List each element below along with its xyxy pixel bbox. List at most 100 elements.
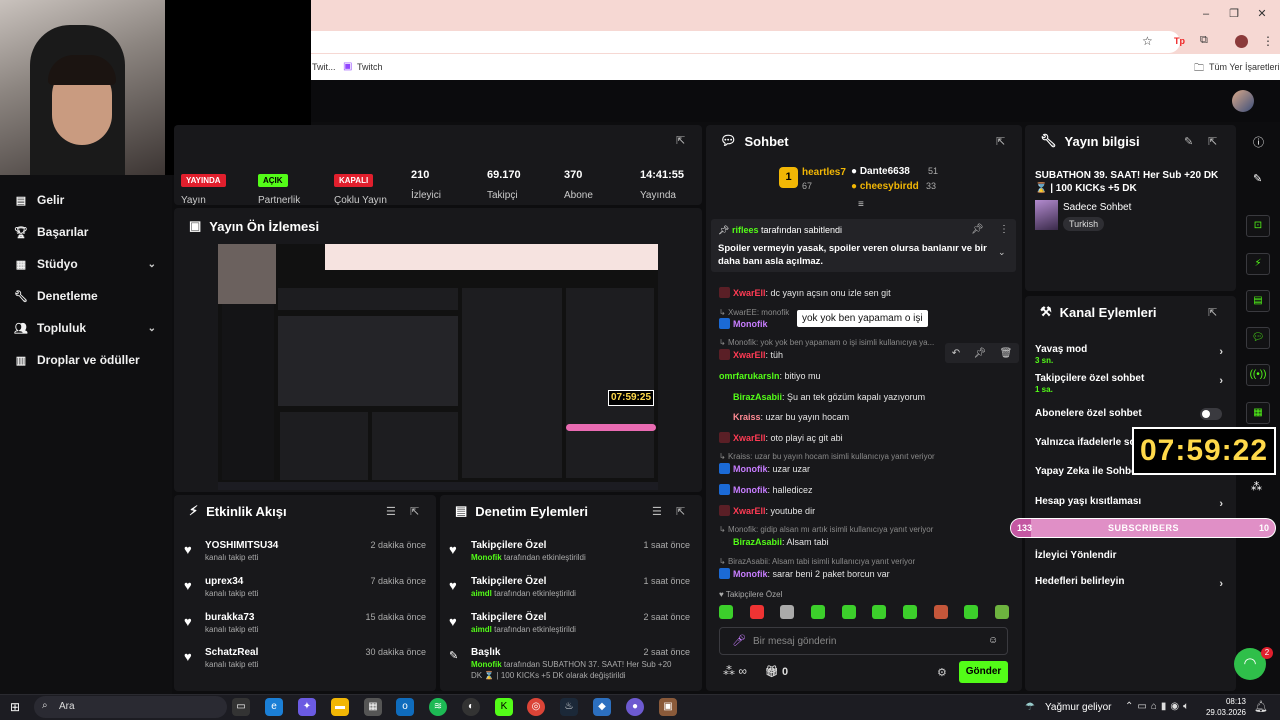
edit-icon[interactable]: ✎: [1253, 172, 1262, 185]
kick-icon[interactable]: K: [495, 698, 513, 716]
points-icon[interactable]: ⁂: [1251, 480, 1262, 493]
rail-button-doc[interactable]: ▤: [1246, 290, 1270, 312]
chat-username[interactable]: BirazAsabii: [733, 537, 782, 547]
rail-button-capture[interactable]: ⊡: [1246, 215, 1270, 237]
tray-icons[interactable]: ⌃▭⌂▮◉🔈︎: [1125, 701, 1193, 712]
delete-icon[interactable]: 🗑︎: [1000, 348, 1013, 359]
app-icon[interactable]: ◐: [462, 698, 480, 716]
popout-icon[interactable]: ⇱: [410, 505, 419, 518]
rail-button-lightning[interactable]: ⚡︎: [1246, 253, 1270, 275]
chat-username[interactable]: Monofik: [733, 464, 768, 474]
unpin-icon[interactable]: 📌︎: [971, 224, 984, 235]
menu-icon[interactable]: ⋮: [1262, 34, 1274, 48]
steam-icon[interactable]: ♨: [560, 698, 578, 716]
chat-username[interactable]: XwarEll: [733, 506, 766, 516]
chat-username[interactable]: Monofik: [733, 569, 768, 579]
chat-username[interactable]: XwarEll: [733, 288, 766, 298]
sidebar-item-basarilar[interactable]: 🏆︎ Başarılar: [14, 221, 164, 243]
sidebar-item-studyo[interactable]: ▦ Stüdyo ⌄: [14, 253, 164, 275]
windows-start-icon[interactable]: ⊞: [10, 700, 20, 714]
action-redirect[interactable]: İzleyici Yönlendir: [1035, 550, 1225, 574]
all-bookmarks[interactable]: Tüm Yer İşaretleri: [1209, 62, 1280, 72]
emote-icon[interactable]: [810, 605, 825, 619]
taskbar-search[interactable]: ⌕ Ara: [34, 696, 227, 718]
outlook-icon[interactable]: o: [396, 698, 414, 716]
popout-icon[interactable]: ⇱: [676, 505, 685, 518]
sidebar-item-topluluk[interactable]: 👥︎ Topluluk ⌄: [14, 317, 164, 339]
chat-message[interactable]: Kraiss: uzar bu yayın hocam: [719, 410, 1019, 424]
chat-username[interactable]: XwarEll: [733, 350, 766, 360]
popout-icon[interactable]: ⇱: [676, 134, 685, 147]
bookmark-truncated[interactable]: Twit...: [312, 62, 336, 72]
sidebar-item-droplar[interactable]: ▥ Droplar ve ödüller: [14, 349, 164, 371]
address-field[interactable]: [300, 31, 1180, 53]
toggle-switch[interactable]: [1200, 408, 1222, 420]
close-icon[interactable]: ✕: [1254, 6, 1270, 22]
app-icon[interactable]: ◆: [593, 698, 611, 716]
sidebar-item-denetleme[interactable]: 🔧︎ Denetleme: [14, 285, 164, 307]
clock-time[interactable]: 08:13: [1212, 697, 1246, 706]
stream-preview-video[interactable]: [218, 244, 658, 490]
rail-button-broadcast[interactable]: ((•)): [1246, 364, 1270, 386]
game-icon[interactable]: ▣: [659, 698, 677, 716]
emote-icon[interactable]: [749, 605, 764, 619]
kicks-balance[interactable]: 🎁︎ 0: [765, 665, 788, 678]
popout-icon[interactable]: ⇱: [1208, 306, 1217, 319]
extension-icon[interactable]: Tp: [1174, 36, 1186, 48]
chat-username[interactable]: Kraiss: [733, 412, 761, 422]
collapse-icon[interactable]: ≡: [858, 199, 864, 210]
minimize-icon[interactable]: –: [1198, 6, 1214, 22]
chat-message[interactable]: Monofik: sarar beni 2 paket borcun var: [719, 567, 1019, 581]
chat-message[interactable]: omrfarukarsln: bitiyo mu: [719, 369, 1019, 383]
extensions-icon[interactable]: ⧉: [1200, 34, 1208, 47]
chat-message[interactable]: XwarEll: dc yayın açsın onu izle sen git: [719, 286, 1019, 300]
chat-message[interactable]: XwarEll: youtube dir: [719, 504, 1019, 518]
more-icon[interactable]: ⋮: [999, 224, 1009, 235]
filter-icon[interactable]: ☰: [386, 505, 396, 518]
chat-username[interactable]: BirazAsabii: [733, 392, 782, 402]
action-followers-only[interactable]: Takipçilere özel sohbet 1 sa. ›: [1035, 373, 1225, 397]
chat-input[interactable]: 🎤︎ Bir mesaj gönderin ☺: [719, 627, 1008, 655]
info-icon[interactable]: ⓘ: [1253, 134, 1264, 150]
clock-date[interactable]: 29.03.2026: [1202, 708, 1246, 717]
emoji-icon[interactable]: ☺: [988, 635, 998, 646]
pin-icon[interactable]: 📌︎: [973, 348, 986, 359]
chevron-down-icon[interactable]: ⌄: [998, 247, 1006, 258]
emote-icon[interactable]: [719, 605, 733, 619]
user-avatar[interactable]: [1232, 90, 1254, 112]
emote-icon[interactable]: [841, 605, 856, 619]
chat-message[interactable]: BirazAsabii: Şu an tek gözüm kapalı yazı…: [719, 390, 1019, 404]
copilot-icon[interactable]: ✦: [298, 698, 316, 716]
explorer-icon[interactable]: ▬: [331, 698, 349, 716]
edit-icon[interactable]: ✎: [1184, 135, 1193, 148]
action-slow-mode[interactable]: Yavaş mod 3 sn. ›: [1035, 344, 1225, 368]
chrome-icon[interactable]: ◎: [527, 698, 545, 716]
channel-points[interactable]: ⁂ ∞: [723, 664, 747, 678]
chat-message[interactable]: XwarEll: oto playi aç git abi: [719, 431, 1019, 445]
rail-button-layout[interactable]: ▦: [1246, 402, 1270, 424]
task-view-icon[interactable]: ▭: [232, 698, 250, 716]
emote-icon[interactable]: [994, 605, 1009, 619]
popout-icon[interactable]: ⇱: [1208, 135, 1217, 148]
chat-username[interactable]: omrfarukarsln: [719, 371, 780, 381]
maximize-icon[interactable]: ❐: [1226, 6, 1242, 22]
bookmark-twitch[interactable]: Twitch: [357, 62, 383, 72]
notifications-icon[interactable]: 🔔︎: [1254, 700, 1268, 713]
chat-username[interactable]: Monofik: [733, 319, 768, 329]
chat-username[interactable]: XwarEll: [733, 433, 766, 443]
filter-icon[interactable]: ☰: [652, 505, 662, 518]
emote-icon[interactable]: [902, 605, 917, 619]
profile-avatar[interactable]: [1235, 35, 1248, 48]
settings-icon[interactable]: ⚙: [937, 666, 947, 679]
send-button[interactable]: Gönder: [959, 661, 1008, 683]
emote-icon[interactable]: [964, 605, 979, 619]
spotify-icon[interactable]: ≋: [429, 698, 447, 716]
rail-button-chat[interactable]: 💬︎: [1246, 327, 1270, 349]
weather-text[interactable]: Yağmur geliyor: [1045, 702, 1112, 713]
chat-message[interactable]: Monofik: halledicez: [719, 483, 1019, 497]
sidebar-item-gelir[interactable]: ▤ Gelir: [14, 189, 164, 211]
edge-icon[interactable]: e: [265, 698, 283, 716]
store-icon[interactable]: ▦: [364, 698, 382, 716]
emote-icon[interactable]: [780, 605, 795, 619]
chat-username[interactable]: Monofik: [733, 485, 768, 495]
